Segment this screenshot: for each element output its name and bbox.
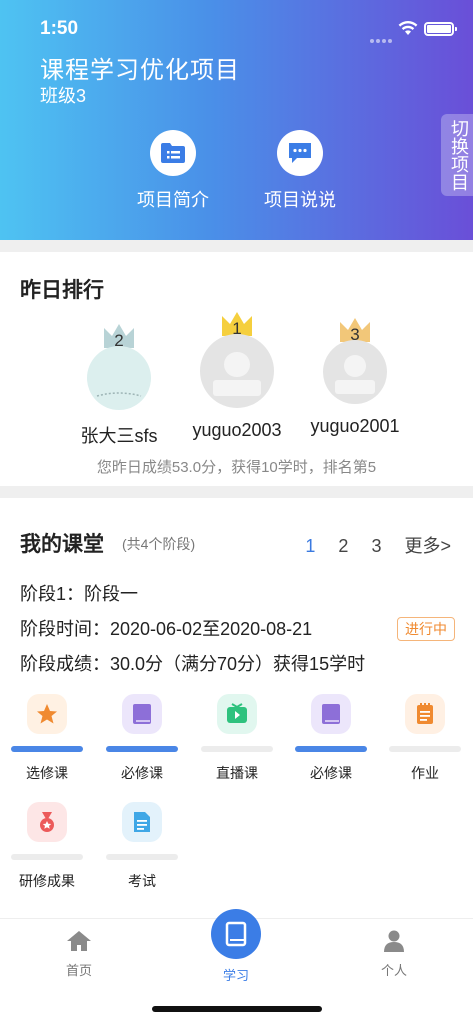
project-talk-button[interactable]: 项目说说 bbox=[245, 130, 355, 212]
func-label: 研修成果 bbox=[19, 873, 75, 889]
page-1[interactable]: 1 bbox=[305, 536, 315, 556]
tab-profile[interactable]: 个人 bbox=[349, 929, 439, 979]
battery-icon bbox=[424, 22, 457, 36]
tv-play-icon bbox=[227, 703, 247, 723]
rank-name: yuguo2001 bbox=[310, 416, 400, 436]
rank-item-3[interactable]: 3 yuguo2001 bbox=[290, 316, 420, 437]
tab-study-label: 学习 bbox=[222, 968, 249, 983]
ranking-card: 昨日排行 2 张大三sfs 1 yuguo2003 3 yuguo2001 您昨… bbox=[0, 252, 473, 486]
status-time: 1:50 bbox=[40, 18, 79, 39]
progress-bar bbox=[11, 854, 83, 860]
document-icon bbox=[134, 812, 150, 832]
tab-profile-label: 个人 bbox=[380, 963, 407, 978]
project-talk-label: 项目说说 bbox=[264, 190, 336, 210]
tab-home[interactable]: 首页 bbox=[34, 929, 124, 979]
status-bar: 1:50 bbox=[0, 0, 473, 56]
func-homework[interactable]: 作业 bbox=[380, 694, 470, 783]
classroom-card: 我的课堂 (共4个阶段) 1 2 3 更多> 阶段1：阶段一 阶段时间：2020… bbox=[0, 498, 473, 918]
class-name: 班级3 bbox=[40, 86, 87, 106]
rank-name: yuguo2003 bbox=[192, 420, 282, 440]
func-required-2[interactable]: 必修课 bbox=[286, 694, 376, 783]
ranking-title: 昨日排行 bbox=[20, 279, 104, 302]
notepad-icon bbox=[417, 703, 433, 724]
book-icon bbox=[133, 704, 151, 724]
more-link[interactable]: 更多> bbox=[404, 536, 451, 556]
progress-bar bbox=[295, 746, 367, 752]
signal-icon bbox=[370, 30, 394, 48]
home-icon bbox=[67, 931, 91, 951]
user-icon bbox=[384, 930, 404, 952]
switch-project-button[interactable]: 切换项目 bbox=[441, 114, 473, 196]
chat-bubble-icon bbox=[289, 143, 311, 163]
tab-study[interactable] bbox=[211, 909, 261, 959]
tab-home-label: 首页 bbox=[65, 963, 92, 978]
func-elective[interactable]: 选修课 bbox=[2, 694, 92, 783]
classroom-title: 我的课堂 bbox=[20, 533, 104, 556]
stage-time: 阶段时间：2020-06-02至2020-08-21 bbox=[20, 619, 313, 639]
func-label: 必修课 bbox=[310, 765, 352, 781]
rank-summary: 您昨日成绩53.0分，获得10学时，排名第5 bbox=[96, 459, 377, 476]
func-achievement[interactable]: 研修成果 bbox=[2, 802, 92, 891]
progress-bar bbox=[106, 854, 178, 860]
star-icon bbox=[37, 704, 57, 724]
folder-list-icon bbox=[161, 143, 185, 163]
rank-item-2[interactable]: 2 张大三sfs bbox=[54, 322, 184, 448]
classroom-subtitle: (共4个阶段) bbox=[122, 536, 196, 552]
header: 1:50 课程学习优化项目 班级3 切换项目 项目简介 项目说说 bbox=[0, 0, 473, 240]
book-icon bbox=[322, 704, 340, 724]
stage-score: 阶段成绩：30.0分（满分70分）获得15学时 bbox=[20, 654, 366, 674]
func-live[interactable]: 直播课 bbox=[192, 694, 282, 783]
status-badge: 进行中 bbox=[397, 617, 455, 641]
page-3[interactable]: 3 bbox=[371, 536, 381, 556]
func-exam[interactable]: 考试 bbox=[97, 802, 187, 891]
func-label: 作业 bbox=[411, 765, 439, 781]
func-label: 直播课 bbox=[216, 765, 258, 781]
project-intro-button[interactable]: 项目简介 bbox=[118, 130, 228, 212]
home-indicator bbox=[152, 1006, 322, 1012]
func-label: 必修课 bbox=[121, 765, 163, 781]
progress-bar bbox=[201, 746, 273, 752]
progress-bar bbox=[389, 746, 461, 752]
rank-item-1[interactable]: 1 yuguo2003 bbox=[172, 310, 302, 441]
avatar bbox=[87, 346, 151, 410]
progress-bar bbox=[106, 746, 178, 752]
stage-name: 阶段1：阶段一 bbox=[20, 584, 139, 604]
progress-bar bbox=[11, 746, 83, 752]
func-label: 选修课 bbox=[26, 765, 68, 781]
avatar bbox=[323, 340, 387, 404]
stage-pager: 1 2 3 更多> bbox=[287, 532, 451, 558]
wifi-icon bbox=[398, 20, 418, 35]
medal-icon bbox=[40, 812, 54, 832]
page-2[interactable]: 2 bbox=[338, 536, 348, 556]
func-label: 考试 bbox=[128, 873, 156, 889]
book-icon bbox=[225, 921, 247, 947]
rank-name: 张大三sfs bbox=[80, 426, 158, 446]
project-intro-label: 项目简介 bbox=[137, 190, 209, 210]
func-required[interactable]: 必修课 bbox=[97, 694, 187, 783]
avatar bbox=[200, 334, 274, 408]
project-title: 课程学习优化项目 bbox=[40, 57, 240, 84]
